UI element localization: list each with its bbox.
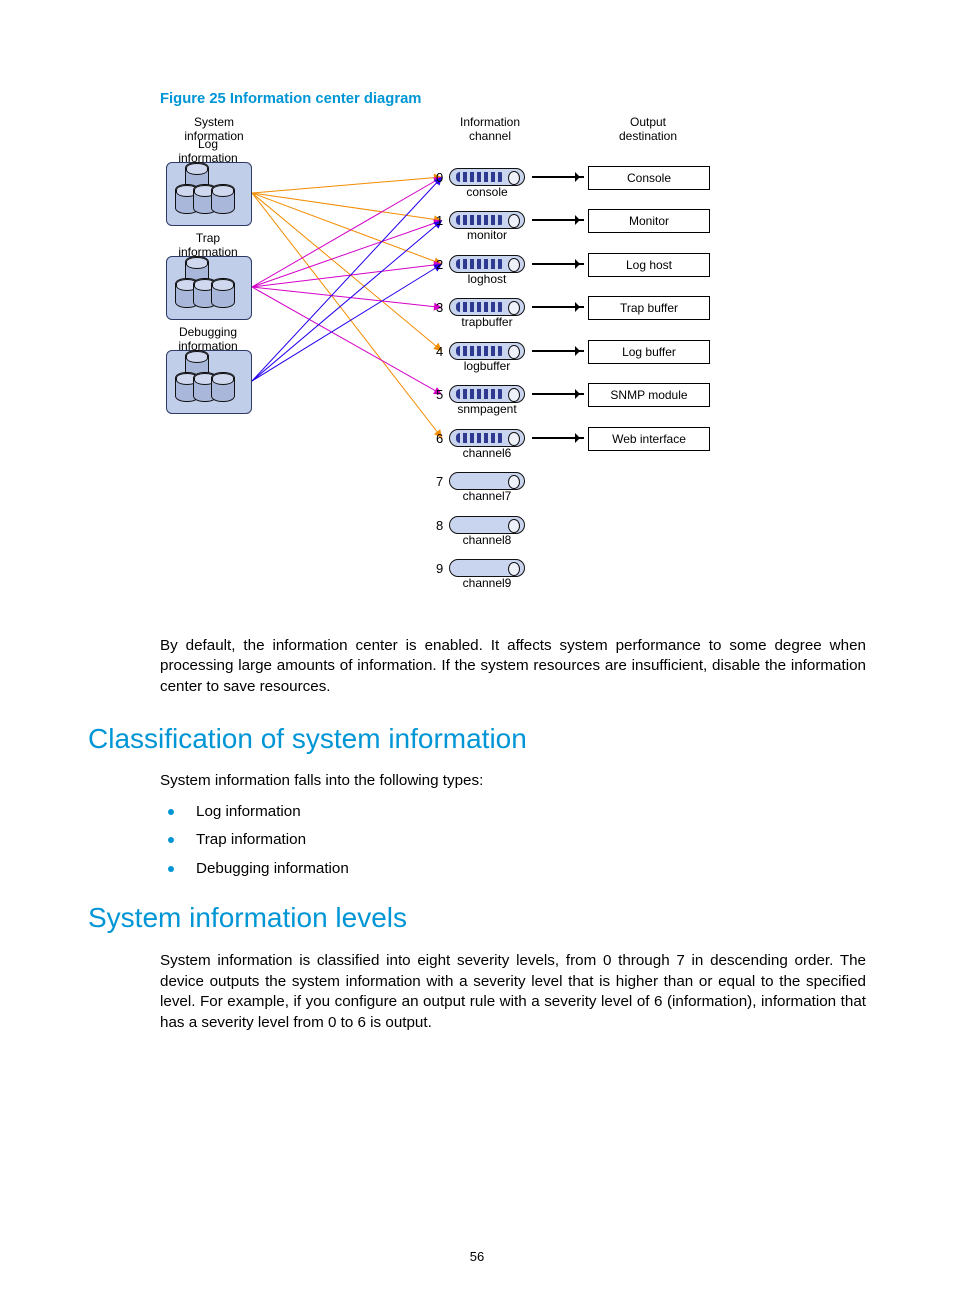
- paragraph-levels: System information is classified into ei…: [160, 951, 866, 1033]
- channel-number: 6: [436, 430, 443, 448]
- channel-name: loghost: [449, 273, 525, 287]
- destination-box: SNMP module: [588, 383, 710, 407]
- destination-box: Log buffer: [588, 340, 710, 364]
- channel-pill-icon: [449, 429, 525, 447]
- channel-pill-icon: [449, 255, 525, 273]
- channel-name: channel7: [449, 490, 525, 504]
- source-box: [166, 162, 252, 226]
- arrow-icon: [532, 219, 584, 221]
- arrow-icon: [532, 393, 584, 395]
- source-box: [166, 350, 252, 414]
- classification-list: Log information Trap information Debugging…: [160, 802, 866, 880]
- destination-box: Log host: [588, 253, 710, 277]
- source-box: [166, 256, 252, 320]
- channel-name: channel6: [449, 447, 525, 461]
- channel-pill-icon: [449, 298, 525, 316]
- channel-name: channel8: [449, 534, 525, 548]
- channel-number: 1: [436, 212, 443, 230]
- channel-pill-icon: [449, 516, 525, 534]
- source-label: Trap information: [166, 232, 250, 260]
- channel-pill-icon: [449, 168, 525, 186]
- channel-number: 5: [436, 386, 443, 404]
- destination-box: Trap buffer: [588, 296, 710, 320]
- channel-pill-icon: [449, 559, 525, 577]
- list-item: Trap information: [160, 830, 866, 851]
- channel-name: channel9: [449, 577, 525, 591]
- channel-name: logbuffer: [449, 360, 525, 374]
- destination-box: Web interface: [588, 427, 710, 451]
- channel-name: trapbuffer: [449, 316, 525, 330]
- col-header-right: Output destination: [598, 116, 698, 144]
- heading-levels: System information levels: [88, 899, 866, 937]
- channel-name: snmpagent: [449, 403, 525, 417]
- arrow-icon: [532, 263, 584, 265]
- channel-name: monitor: [449, 229, 525, 243]
- channel-pill-icon: [449, 342, 525, 360]
- heading-classification: Classification of system information: [88, 720, 866, 758]
- classification-lead: System information falls into the follow…: [160, 771, 866, 792]
- arrow-icon: [532, 306, 584, 308]
- destination-box: Console: [588, 166, 710, 190]
- paragraph-intro: By default, the information center is en…: [160, 636, 866, 698]
- channel-pill-icon: [449, 385, 525, 403]
- channel-number: 2: [436, 256, 443, 274]
- arrow-icon: [532, 437, 584, 439]
- channel-number: 8: [436, 517, 443, 535]
- figure-caption: Figure 25 Information center diagram: [160, 90, 866, 110]
- arrow-icon: [532, 350, 584, 352]
- list-item: Debugging information: [160, 859, 866, 880]
- channel-number: 0: [436, 169, 443, 187]
- arrow-icon: [532, 176, 584, 178]
- channel-number: 9: [436, 560, 443, 578]
- source-label: Log information: [166, 138, 250, 166]
- source-label: Debugging information: [166, 326, 250, 354]
- channel-number: 7: [436, 473, 443, 491]
- channel-pill-icon: [449, 211, 525, 229]
- channel-number: 3: [436, 299, 443, 317]
- channel-pill-icon: [449, 472, 525, 490]
- page-number: 56: [0, 1248, 954, 1266]
- channel-name: console: [449, 186, 525, 200]
- document-page: Figure 25 Information center diagram Sys…: [0, 0, 954, 1296]
- list-item: Log information: [160, 802, 866, 823]
- destination-box: Monitor: [588, 209, 710, 233]
- figure-diagram: System information Information channel O…: [160, 116, 866, 602]
- col-header-mid: Information channel: [440, 116, 540, 144]
- channel-number: 4: [436, 343, 443, 361]
